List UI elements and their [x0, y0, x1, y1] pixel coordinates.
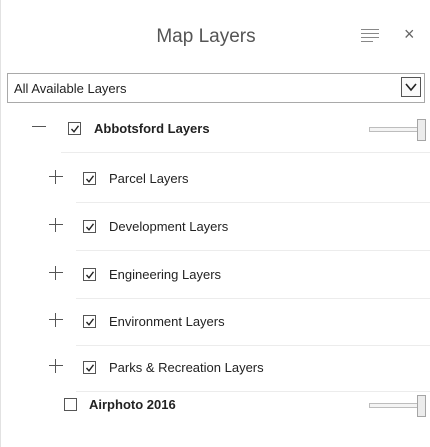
- layer-label: Environment Layers: [109, 314, 225, 329]
- collapse-minus-icon[interactable]: [31, 119, 47, 135]
- slider-thumb[interactable]: [417, 395, 426, 417]
- chevron-down-icon[interactable]: [401, 77, 421, 97]
- layer-row-abbotsford: Abbotsford Layers: [1, 107, 430, 153]
- layer-label: Engineering Layers: [109, 267, 222, 282]
- opacity-slider-airphoto-2016[interactable]: [369, 395, 430, 417]
- map-layers-panel: Map Layers × All Available Layers Abbots…: [0, 0, 430, 447]
- row-separator: [76, 250, 430, 251]
- slider-track: [369, 403, 417, 408]
- layer-row-development: Development Layers: [1, 205, 430, 251]
- slider-thumb[interactable]: [417, 119, 426, 141]
- opacity-slider-abbotsford[interactable]: [369, 119, 430, 141]
- layer-row-environment: Environment Layers: [1, 300, 430, 346]
- close-icon[interactable]: ×: [404, 24, 415, 44]
- layer-checkbox-environment[interactable]: [83, 315, 96, 328]
- layer-label: Parks & Recreation Layers: [109, 360, 264, 375]
- layer-checkbox-parks-recreation[interactable]: [83, 361, 96, 374]
- layer-checkbox-parcel[interactable]: [83, 172, 96, 185]
- layer-checkbox-development[interactable]: [83, 220, 96, 233]
- layer-row-airphoto-2016: Airphoto 2016: [1, 383, 430, 429]
- hamburger-menu-icon[interactable]: [361, 29, 379, 43]
- layer-checkbox-engineering[interactable]: [83, 268, 96, 281]
- layer-checkbox-abbotsford[interactable]: [68, 122, 81, 135]
- layer-label: Development Layers: [109, 219, 229, 234]
- expand-plus-icon[interactable]: [48, 169, 64, 185]
- expand-plus-icon[interactable]: [48, 312, 64, 328]
- panel-title: Map Layers: [156, 26, 256, 47]
- layer-filter-select[interactable]: All Available Layers: [7, 73, 425, 103]
- expand-plus-icon[interactable]: [48, 358, 64, 374]
- layer-label: Parcel Layers: [109, 171, 189, 186]
- panel-header: Map Layers ×: [1, 0, 430, 64]
- layer-checkbox-airphoto-2016[interactable]: [64, 398, 77, 411]
- row-separator: [76, 202, 430, 203]
- layer-row-engineering: Engineering Layers: [1, 253, 430, 299]
- layer-label: Abbotsford Layers: [94, 121, 210, 136]
- layer-label: Airphoto 2016: [89, 397, 176, 412]
- row-separator: [76, 298, 430, 299]
- row-separator: [61, 152, 430, 153]
- layer-filter-value: All Available Layers: [14, 81, 127, 96]
- slider-track: [369, 127, 417, 132]
- expand-plus-icon[interactable]: [48, 217, 64, 233]
- expand-plus-icon[interactable]: [48, 265, 64, 281]
- layer-row-parcel: Parcel Layers: [1, 157, 430, 203]
